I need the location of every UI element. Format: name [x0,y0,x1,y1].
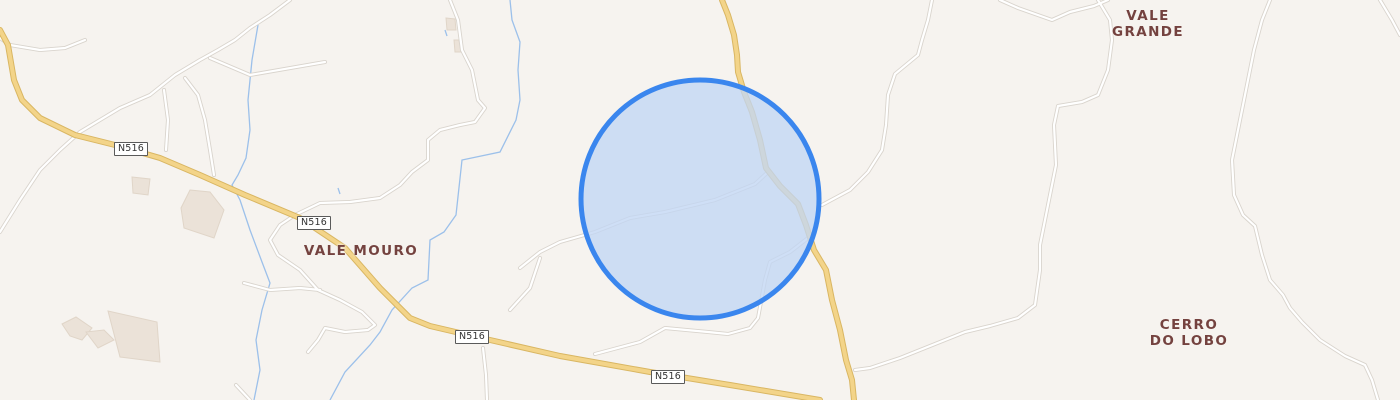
map-view[interactable]: N516 N516 N516 N516 VALE GRANDE VALE MOU… [0,0,1400,400]
building [61,316,93,341]
road-shield-n516: N516 [651,370,686,384]
minor-road [820,0,934,207]
road-shield-n516: N516 [114,142,149,156]
road-shield-n516: N516 [297,216,332,230]
place-label-cerro-do-lobo: CERRO DO LOBO [1149,317,1229,349]
minor-road [234,383,252,400]
building [107,310,161,363]
location-accuracy-circle [578,77,822,321]
minor-road [1378,0,1400,37]
minor-road [853,0,1114,372]
building [85,329,115,349]
building [445,17,457,31]
building [180,189,225,239]
stream [337,187,341,195]
building [131,176,151,196]
road-shield-n516: N516 [455,330,490,344]
stream [231,24,271,400]
place-label-vale-mouro: VALE MOURO [303,243,419,259]
stream [444,29,448,37]
place-label-vale-grande: VALE GRANDE [1111,8,1185,40]
minor-road [268,0,487,354]
